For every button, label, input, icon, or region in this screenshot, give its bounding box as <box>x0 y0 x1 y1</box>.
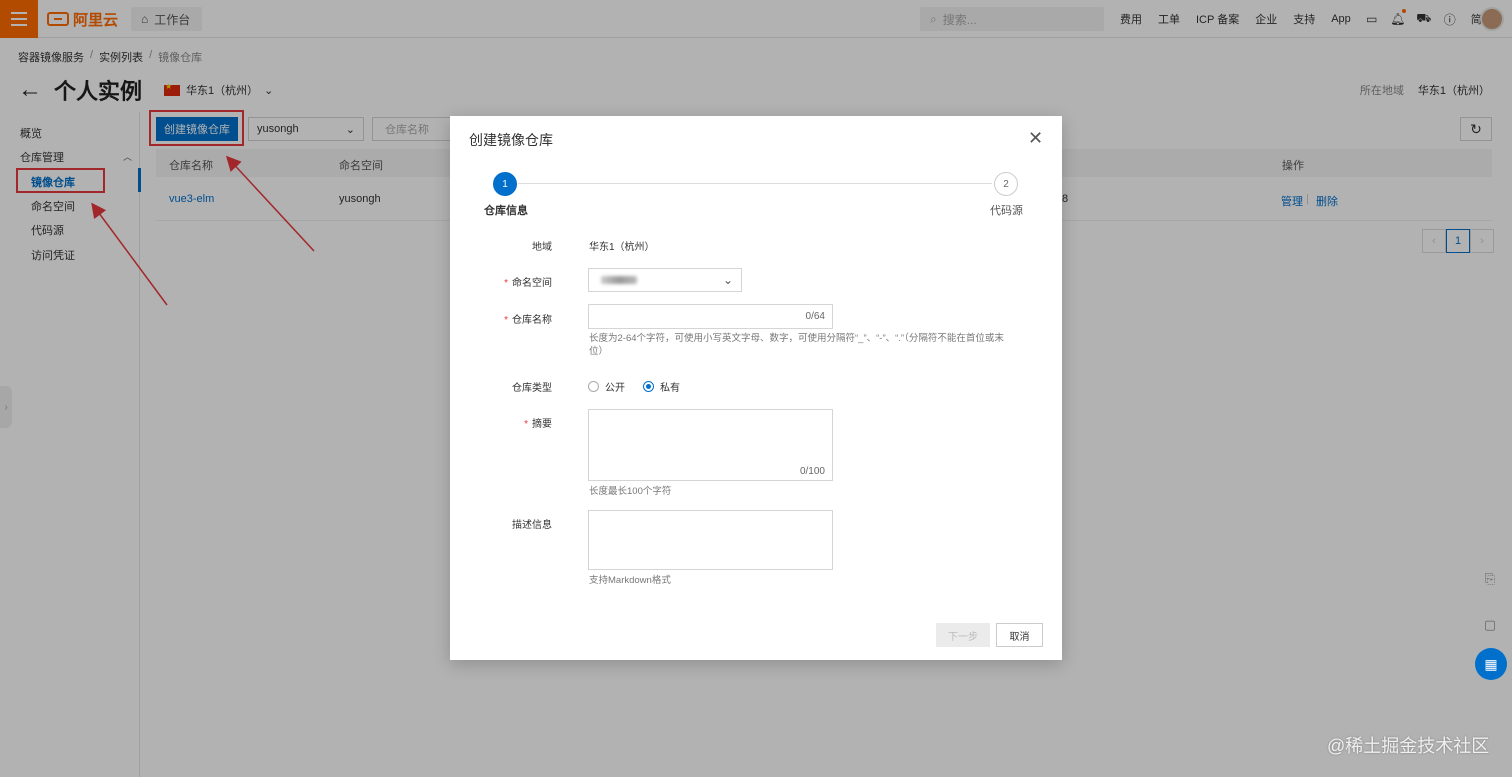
radio-private[interactable] <box>643 381 654 392</box>
required-mark: * <box>524 419 528 430</box>
summary-counter: 0/100 <box>799 466 825 477</box>
step-1-indicator: 1 <box>493 172 517 196</box>
chat-icon[interactable]: ▢ <box>1477 612 1503 638</box>
step-1-label: 仓库信息 <box>484 205 528 217</box>
description-textarea[interactable] <box>588 510 833 570</box>
namespace-field-label: * 命名空间 <box>450 274 552 289</box>
repo-name-field-label: * 仓库名称 <box>450 311 552 326</box>
summary-hint: 长度最长100个字符 <box>589 486 672 497</box>
radio-public[interactable] <box>588 381 599 392</box>
required-mark: * <box>504 315 508 326</box>
watermark: @稀土掘金技术社区 <box>1327 736 1490 756</box>
chevron-down-icon: ⌄ <box>722 273 733 287</box>
region-field-value: 华东1（杭州） <box>589 242 655 253</box>
close-icon[interactable]: ✕ <box>1028 128 1043 148</box>
repo-type-radio-group: 公开 私有 <box>588 379 680 394</box>
repo-name-input[interactable]: 0/64 <box>588 304 833 329</box>
summary-field-label-text: 摘要 <box>532 419 552 430</box>
dialog-title: 创建镜像仓库 <box>469 132 553 148</box>
next-step-button[interactable]: 下一步 <box>936 623 990 647</box>
steps-connector <box>518 183 992 184</box>
summary-field-label: * 摘要 <box>450 415 552 430</box>
region-field-label: 地域 <box>532 242 552 253</box>
namespace-select[interactable]: ⌄ <box>588 268 742 292</box>
repo-name-counter: 0/64 <box>805 311 825 322</box>
create-repo-dialog: 创建镜像仓库 ✕ 1 2 仓库信息 代码源 地域 华东1（杭州） * 命名空间 ⌄… <box>450 116 1062 660</box>
repo-name-field-label-text: 仓库名称 <box>512 315 552 326</box>
repo-name-hint: 长度为2-64个字符，可使用小写英文字母、数字，可使用分隔符“_”、“-”、“.… <box>589 333 1004 357</box>
step-2-label: 代码源 <box>990 205 1023 217</box>
feedback-icon[interactable]: ⎘ <box>1477 566 1503 592</box>
cancel-button[interactable]: 取消 <box>996 623 1043 647</box>
namespace-field-label-text: 命名空间 <box>512 278 552 289</box>
radio-private-label[interactable]: 私有 <box>660 379 680 394</box>
step-2-indicator: 2 <box>994 172 1018 196</box>
repo-type-field-label: 仓库类型 <box>512 383 552 394</box>
namespace-select-value-blurred <box>601 276 637 284</box>
summary-textarea[interactable]: 0/100 <box>588 409 833 481</box>
radio-public-label[interactable]: 公开 <box>605 379 625 394</box>
description-hint: 支持Markdown格式 <box>589 575 671 586</box>
description-field-label: 描述信息 <box>512 520 552 531</box>
required-mark: * <box>504 278 508 289</box>
apps-grid-icon[interactable]: ▦ <box>1475 648 1507 680</box>
